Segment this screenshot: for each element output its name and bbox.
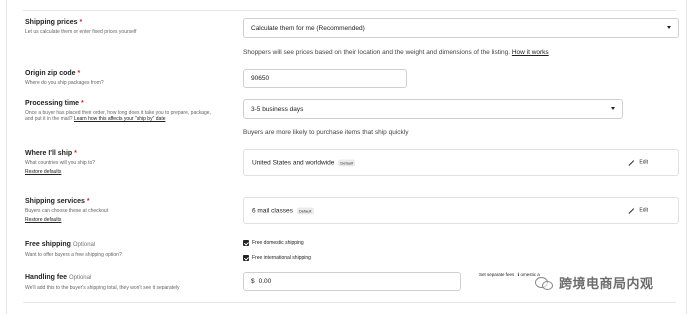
handling-fee-input[interactable]: $ 0.00 <box>243 272 461 291</box>
checkbox-checked-icon <box>243 240 249 246</box>
origin-zip-value: 90650 <box>251 75 270 82</box>
required-mark: * <box>74 150 77 157</box>
where-ship-title: Where I'll ship <box>25 150 73 157</box>
shipping-prices-desc: Let us calculate them or enter fixed pri… <box>25 29 137 35</box>
required-mark: * <box>79 19 83 26</box>
free-domestic-checkbox[interactable]: Free domestic shipping <box>243 240 304 246</box>
watermark-text: 跨境电商局内观 <box>559 277 654 292</box>
shipping-services-value: 6 mail classes <box>252 207 293 214</box>
wechat-icon <box>535 275 555 291</box>
shipping-prices-note: Shoppers will see prices based on their … <box>243 49 549 56</box>
edit-label: Edit <box>639 207 648 214</box>
processing-time-select[interactable]: 3-5 business days <box>243 99 623 119</box>
pencil-icon <box>627 159 634 166</box>
shipping-services-title: Shipping services <box>25 198 85 205</box>
chevron-down-icon <box>611 107 615 110</box>
free-shipping-title: Free shipping <box>25 241 71 248</box>
where-ship-restore-link[interactable]: Restore defaults <box>25 169 215 175</box>
divider <box>23 302 676 303</box>
processing-time-note: Buyers are more likely to purchase items… <box>243 129 409 136</box>
processing-time-label-group: Processing time * Once a buyer has place… <box>25 99 215 122</box>
free-international-label: Free international shipping <box>252 255 311 261</box>
origin-zip-desc: Where do you ship packages from? <box>25 80 104 86</box>
free-international-checkbox[interactable]: Free international shipping <box>243 255 311 261</box>
handling-fee-desc: We'll add this to the buyer's shipping t… <box>25 285 180 291</box>
default-badge: Default <box>338 159 356 166</box>
free-shipping-label-group: Free shipping Optional Want to offer buy… <box>25 240 215 258</box>
default-badge: Default <box>296 207 314 214</box>
separate-fees-text: Set separate fees <box>479 272 515 277</box>
handling-fee-value: 0.00 <box>258 278 272 285</box>
where-ship-desc: What countries will you ship to? <box>25 160 96 166</box>
processing-time-select-value: 3-5 business days <box>251 105 304 113</box>
required-mark: * <box>77 70 81 77</box>
where-ship-box: United States and worldwide Default Edit <box>243 149 679 176</box>
required-mark: * <box>81 100 84 107</box>
processing-time-title: Processing time <box>25 100 80 107</box>
origin-zip-label-group: Origin zip code * Where do you ship pack… <box>25 69 215 86</box>
where-ship-label-group: Where I'll ship * What countries will yo… <box>25 149 215 175</box>
checkbox-checked-icon <box>243 255 249 261</box>
currency-symbol: $ <box>251 278 255 285</box>
watermark: 跨境电商局内观 <box>535 273 654 292</box>
shipping-services-desc: Buyers can choose these at checkout <box>25 208 109 214</box>
free-shipping-desc: Want to offer buyers a free shipping opt… <box>25 252 122 258</box>
shipping-prices-title: Shipping prices <box>25 19 78 26</box>
shipping-prices-select[interactable]: Calculate them for me (Recommended) <box>243 18 679 38</box>
optional-tag: Optional <box>72 242 96 248</box>
pencil-icon <box>627 207 634 214</box>
handling-fee-label-group: Handling fee Optional We'll add this to … <box>25 273 215 291</box>
shipping-prices-note-text: Shoppers will see prices based on their … <box>243 49 511 56</box>
required-mark: * <box>86 198 90 205</box>
shipping-services-restore-link[interactable]: Restore defaults <box>25 217 215 223</box>
where-ship-value: United States and worldwide <box>252 159 335 166</box>
how-it-works-link[interactable]: How it works <box>512 49 549 56</box>
shipping-services-label-group: Shipping services * Buyers can choose th… <box>25 197 215 223</box>
shipping-services-box: 6 mail classes Default Edit <box>243 197 679 224</box>
optional-tag: Optional <box>68 275 92 281</box>
edit-label: Edit <box>639 159 648 166</box>
shipping-settings-card: Shipping prices * Let us calculate them … <box>6 0 687 314</box>
divider <box>23 10 676 11</box>
origin-zip-title: Origin zip code <box>25 70 76 77</box>
where-ship-edit-button[interactable]: Edit <box>627 159 648 166</box>
free-domestic-label: Free domestic shipping <box>252 240 304 246</box>
shipping-services-edit-button[interactable]: Edit <box>627 207 648 214</box>
shipping-prices-select-value: Calculate them for me (Recommended) <box>251 24 365 32</box>
handling-fee-title: Handling fee <box>25 274 68 281</box>
chevron-down-icon <box>667 26 671 29</box>
separate-fees-label[interactable]: Set separate fees ℹ omestic a <box>479 272 540 278</box>
origin-zip-input[interactable]: 90650 <box>243 69 407 88</box>
shipping-prices-label-group: Shipping prices * Let us calculate them … <box>25 18 215 35</box>
learn-ship-by-link[interactable]: Learn how this affects your "ship by" da… <box>74 116 166 122</box>
